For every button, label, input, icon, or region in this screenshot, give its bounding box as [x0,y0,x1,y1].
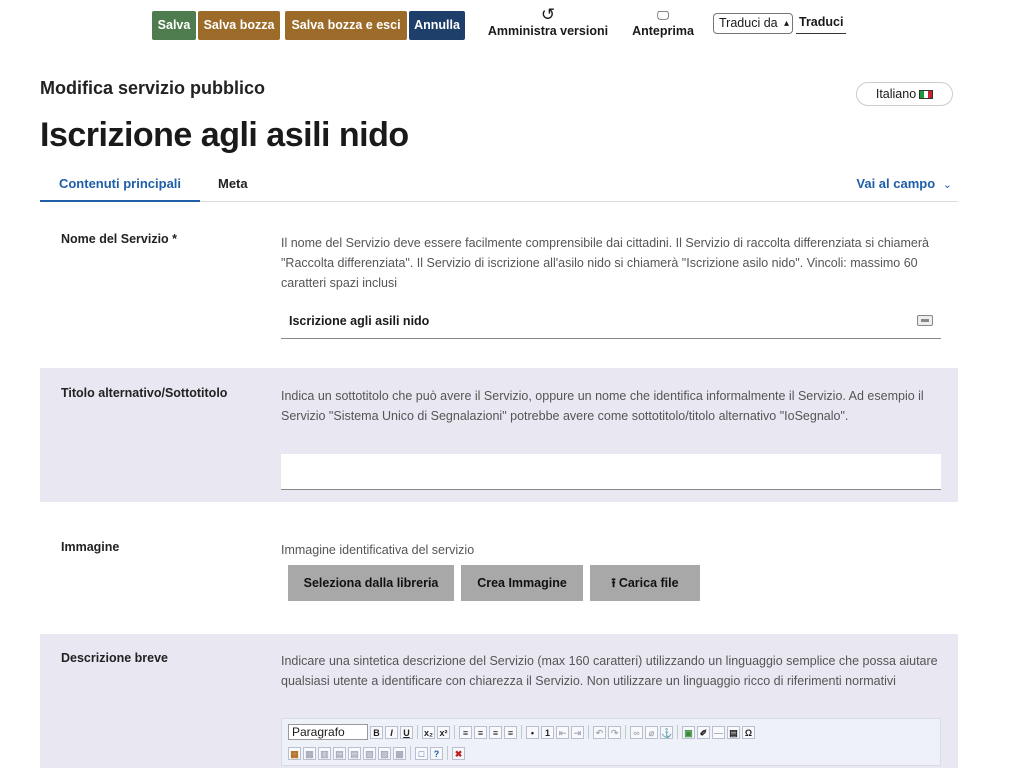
goto-field-label: Vai al campo [856,176,936,191]
field-alt-title-section: Titolo alternativo/Sottotitolo Indica un… [40,368,958,502]
editor-toolbar-row-2: ▦ ▦ ▥ ▤ ▤ ▧ ▨ ▩ □ ? ✖ [288,744,465,762]
special-char-icon[interactable]: Ω [742,725,755,739]
paragraph-format-value: Paragrafo [292,725,345,739]
page-subtitle: Modifica servizio pubblico [40,78,266,98]
unlink-icon[interactable]: ⌀ [645,725,658,739]
alt-title-input[interactable] [281,454,941,490]
table-column-icon[interactable]: ▥ [318,746,331,760]
toolbar-divider [677,725,678,739]
page-title: Iscrizione agli asili nido [40,116,409,154]
toolbar-divider [410,746,411,760]
field-image-section: Immagine Immagine identificativa del ser… [40,520,958,618]
outdent-icon[interactable]: ⇤ [556,725,569,739]
anchor-icon[interactable]: ⚓ [660,725,673,739]
tab-meta[interactable]: Meta [218,176,248,202]
toolbar-divider [521,725,522,739]
field-help-text: Indicare una sintetica descrizione del S… [281,654,938,688]
field-label: Descrizione breve [61,651,168,665]
delete-row-icon[interactable]: ▤ [348,746,361,760]
link-icon[interactable]: ∞ [630,725,643,739]
source-code-icon[interactable]: □ [415,746,428,760]
upload-file-button[interactable]: ⭱ Carica file [590,565,700,601]
align-center-icon[interactable]: ≡ [474,725,487,739]
insert-row-icon[interactable]: ▤ [333,746,346,760]
toolbar-divider [625,725,626,739]
redo-icon[interactable]: ↷ [608,725,621,739]
cell-props-icon[interactable]: ▩ [393,746,406,760]
rich-text-editor-toolbar: Paragrafo B I U x₂ x² ≡ ≡ ≡ ≡ • 1 ⇤ ⇥ ↶ … [281,718,941,766]
field-help-text: Immagine identificativa del servizio [281,543,475,557]
underline-icon[interactable]: U [400,725,413,739]
create-image-button[interactable]: Crea Immagine [461,565,583,601]
table-row-icon[interactable]: ▦ [303,746,316,760]
field-short-description-section: Descrizione breve Indicare una sintetica… [40,634,958,768]
preview-icon: 🖵 [657,8,669,22]
italian-flag-icon [919,90,934,99]
remove-format-icon[interactable]: ✖ [452,746,465,760]
template-icon[interactable]: ▤ [727,725,740,739]
top-toolbar: Salva Salva bozza Salva bozza e esci Ann… [0,0,1024,56]
toolbar-divider [417,725,418,739]
save-draft-exit-button[interactable]: Salva bozza e esci [285,11,407,40]
keyboard-icon[interactable] [917,315,933,326]
service-name-input[interactable]: Iscrizione agli asili nido [281,303,941,339]
edit-table-icon[interactable]: ▦ [288,746,301,760]
goto-field-dropdown[interactable]: Vai al campo ⌄ [856,176,952,191]
help-icon[interactable]: ? [430,746,443,760]
attachment-icon[interactable]: ✐ [697,725,710,739]
bold-icon[interactable]: B [370,725,383,739]
align-justify-icon[interactable]: ≡ [504,725,517,739]
manage-versions-button[interactable]: ↺ Amministra versioni [482,5,614,39]
editor-toolbar-row-1: Paragrafo B I U x₂ x² ≡ ≡ ≡ ≡ • 1 ⇤ ⇥ ↶ … [288,723,755,741]
language-selector[interactable]: Italiano [856,82,953,106]
numbered-list-icon[interactable]: 1 [541,725,554,739]
superscript-icon[interactable]: x² [437,725,450,739]
field-label: Nome del Servizio * [61,232,178,246]
toolbar-divider [454,725,455,739]
preview-button[interactable]: 🖵 Anteprima [626,6,700,38]
select-arrows-icon: ▴ [783,18,789,29]
bulleted-list-icon[interactable]: • [526,725,539,739]
align-right-icon[interactable]: ≡ [489,725,502,739]
chevron-down-icon: ⌄ [942,179,952,191]
service-name-value: Iscrizione agli asili nido [289,314,430,328]
tab-bar: Contenuti principali Meta Vai al campo ⌄ [40,172,958,202]
preview-label: Anteprima [632,24,694,38]
field-label: Immagine [61,540,120,554]
split-cells-icon[interactable]: ▨ [378,746,391,760]
subscript-icon[interactable]: x₂ [422,725,435,739]
tab-main-content[interactable]: Contenuti principali [40,176,200,202]
cancel-button[interactable]: Annulla [409,11,465,40]
toolbar-divider [447,746,448,760]
field-name-section: Nome del Servizio * Il nome del Servizio… [40,216,958,352]
upload-file-label: Carica file [618,576,679,590]
save-draft-button[interactable]: Salva bozza [198,11,280,40]
paragraph-format-select[interactable]: Paragrafo [288,724,368,740]
translate-button[interactable]: Traduci [796,13,847,34]
save-button[interactable]: Salva [152,11,196,40]
horizontal-rule-icon[interactable]: — [712,725,725,739]
merge-cells-icon[interactable]: ▧ [363,746,376,760]
toolbar-divider [588,725,589,739]
field-label: Titolo alternativo/Sottotitolo [61,386,228,400]
field-help-text: Indica un sottotitolo che può avere il S… [281,389,924,423]
indent-icon[interactable]: ⇥ [571,725,584,739]
translate-from-select[interactable]: Traduci da ▴ [713,13,793,34]
language-label: Italiano [875,87,917,101]
field-help-text: Il nome del Servizio deve essere facilme… [281,236,929,290]
upload-icon: ⭱ [611,576,616,590]
align-left-icon[interactable]: ≡ [459,725,472,739]
select-from-library-button[interactable]: Seleziona dalla libreria [288,565,454,601]
image-icon[interactable]: ▣ [682,725,695,739]
undo-icon[interactable]: ↶ [593,725,606,739]
italic-icon[interactable]: I [385,725,398,739]
translate-from-label: Traduci da [719,16,778,30]
manage-versions-label: Amministra versioni [487,24,609,38]
history-icon: ↺ [540,5,556,24]
